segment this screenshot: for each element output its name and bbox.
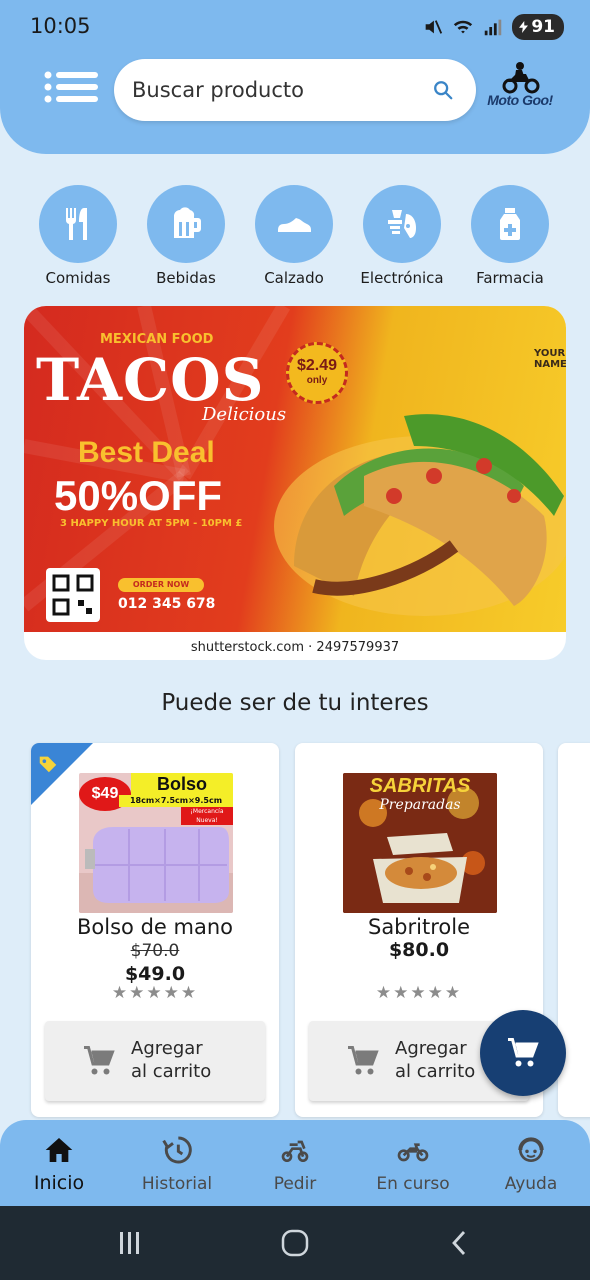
cart-icon: [84, 1046, 115, 1075]
nav-pedir[interactable]: Pedir: [240, 1134, 350, 1194]
banner-discount: 50%OFF: [54, 472, 223, 519]
product-image: $49 Bolso 18cm×7.5cm×9.5cm ¡Mercancía Nu…: [79, 773, 233, 913]
banner-order-label: ORDER NOW: [118, 578, 204, 592]
search-bar: [114, 59, 476, 121]
product-price: $49.0: [124, 963, 186, 985]
battery-level: 91: [531, 17, 555, 37]
beer-mug-icon: [174, 207, 201, 238]
product-rating: ★★★★★: [111, 983, 199, 1003]
banner-price-note: only: [306, 375, 328, 386]
app-header: 10:05 91 Moto Goo!: [0, 0, 590, 154]
battery-indicator: 91: [512, 14, 564, 40]
category-comidas[interactable]: Comidas: [28, 185, 128, 287]
medicine-bottle-icon: [500, 208, 520, 240]
product-old-price: $70.0: [130, 941, 180, 961]
category-electronica[interactable]: Electrónica: [352, 185, 452, 287]
status-bar: 10:05 91: [0, 0, 590, 56]
scooter-icon: [281, 1140, 309, 1162]
add-to-cart-label: Agregar al carrito: [395, 1037, 475, 1083]
mute-icon: [425, 20, 443, 34]
promo-banner[interactable]: MEXICAN FOOD TACOS Delicious Best Deal 5…: [24, 306, 566, 660]
pouch-image: [79, 827, 233, 913]
product-card[interactable]: $49 Bolso 18cm×7.5cm×9.5cm ¡Mercancía Nu…: [31, 743, 279, 1117]
support-face-icon: [518, 1137, 544, 1162]
history-icon: [162, 1136, 192, 1164]
motorcycle-icon: [397, 1143, 429, 1162]
home-circle-icon[interactable]: [279, 1228, 311, 1258]
category-label: Calzado: [264, 269, 324, 287]
status-time: 10:05: [30, 14, 91, 38]
tacos-image: [274, 414, 566, 616]
cart-fab-button[interactable]: [480, 1010, 566, 1096]
add-to-cart-label: Agregar al carrito: [131, 1037, 211, 1083]
nav-ayuda[interactable]: Ayuda: [476, 1134, 586, 1194]
app-logo: Moto Goo!: [482, 60, 558, 120]
nav-inicio[interactable]: Inicio: [4, 1134, 114, 1194]
category-circle: [39, 185, 117, 263]
banner-your-name: YOUR NAME: [534, 348, 566, 370]
nav-label: En curso: [376, 1174, 450, 1194]
product-name: Bolso de mano: [77, 915, 233, 939]
menu-list-icon: [44, 71, 98, 103]
logo-text: Moto Goo!: [487, 92, 553, 108]
banner-credit: shutterstock.com · 2497579937: [190, 640, 400, 655]
category-label: Bebidas: [156, 269, 216, 287]
category-bebidas[interactable]: Bebidas: [136, 185, 236, 287]
nav-label: Pedir: [273, 1174, 317, 1194]
search-input[interactable]: [132, 59, 422, 121]
product-name: Sabritrole: [367, 915, 470, 939]
banner-phone: 012 345 678: [118, 596, 216, 612]
category-label: Comidas: [45, 269, 111, 287]
category-circle: [255, 185, 333, 263]
category-circle: [471, 185, 549, 263]
cart-icon: [508, 1038, 539, 1067]
nav-historial[interactable]: Historial: [122, 1134, 232, 1194]
nav-label: Ayuda: [504, 1174, 558, 1194]
home-icon: [45, 1138, 73, 1162]
banner-tag: MEXICAN FOOD: [100, 332, 214, 347]
product-image: SABRITAS Preparadas: [343, 773, 497, 913]
signal-icon: [485, 19, 502, 36]
product-price: $80.0: [388, 939, 450, 961]
category-label: Farmacia: [476, 269, 544, 287]
recent-apps-icon[interactable]: [114, 1228, 146, 1258]
category-circle: [147, 185, 225, 263]
back-icon[interactable]: [444, 1228, 476, 1258]
img-subtitle: Preparadas: [379, 797, 461, 813]
category-label: Electrónica: [360, 269, 444, 287]
add-label-line1: Agregar: [395, 1038, 467, 1059]
motorcycle-rider-logo-icon: [502, 62, 540, 94]
status-icons: 91: [422, 14, 564, 40]
bottom-navigation: Inicio Historial Pedir En curso Ayuda: [0, 1120, 590, 1206]
charging-icon: [519, 21, 529, 33]
section-title: Puede ser de tu interes: [161, 690, 429, 716]
menu-button[interactable]: [44, 70, 100, 110]
shoe-icon: [278, 218, 311, 232]
nav-label: Inicio: [33, 1172, 85, 1194]
system-navigation-bar: [0, 1206, 590, 1280]
add-label-line2: al carrito: [395, 1061, 476, 1082]
banner-price: $2.49: [296, 357, 338, 374]
category-circle: [363, 185, 441, 263]
add-label-line1: Agregar: [131, 1038, 203, 1059]
wifi-icon: [454, 20, 473, 34]
img-title: SABRITAS: [369, 775, 471, 797]
banner-happy-hour: 3 HAPPY HOUR AT 5PM - 10PM £: [60, 518, 243, 529]
price-tag-icon: [39, 756, 57, 773]
add-to-cart-button[interactable]: Agregar al carrito: [45, 1021, 265, 1101]
category-farmacia[interactable]: Farmacia: [460, 185, 560, 287]
blender-icon: [388, 210, 416, 238]
nav-en-curso[interactable]: En curso: [358, 1134, 468, 1194]
banner-price-badge: $2.49 only: [286, 342, 348, 404]
add-label-line2: al carrito: [131, 1061, 212, 1082]
qr-code-icon: [46, 568, 100, 622]
utensils-icon: [65, 208, 87, 240]
cart-icon: [348, 1046, 379, 1075]
nav-label: Historial: [141, 1174, 213, 1194]
banner-deal: Best Deal: [78, 436, 215, 469]
category-calzado[interactable]: Calzado: [244, 185, 344, 287]
search-icon[interactable]: [432, 79, 454, 101]
product-rating: ★★★★★: [375, 983, 463, 1003]
